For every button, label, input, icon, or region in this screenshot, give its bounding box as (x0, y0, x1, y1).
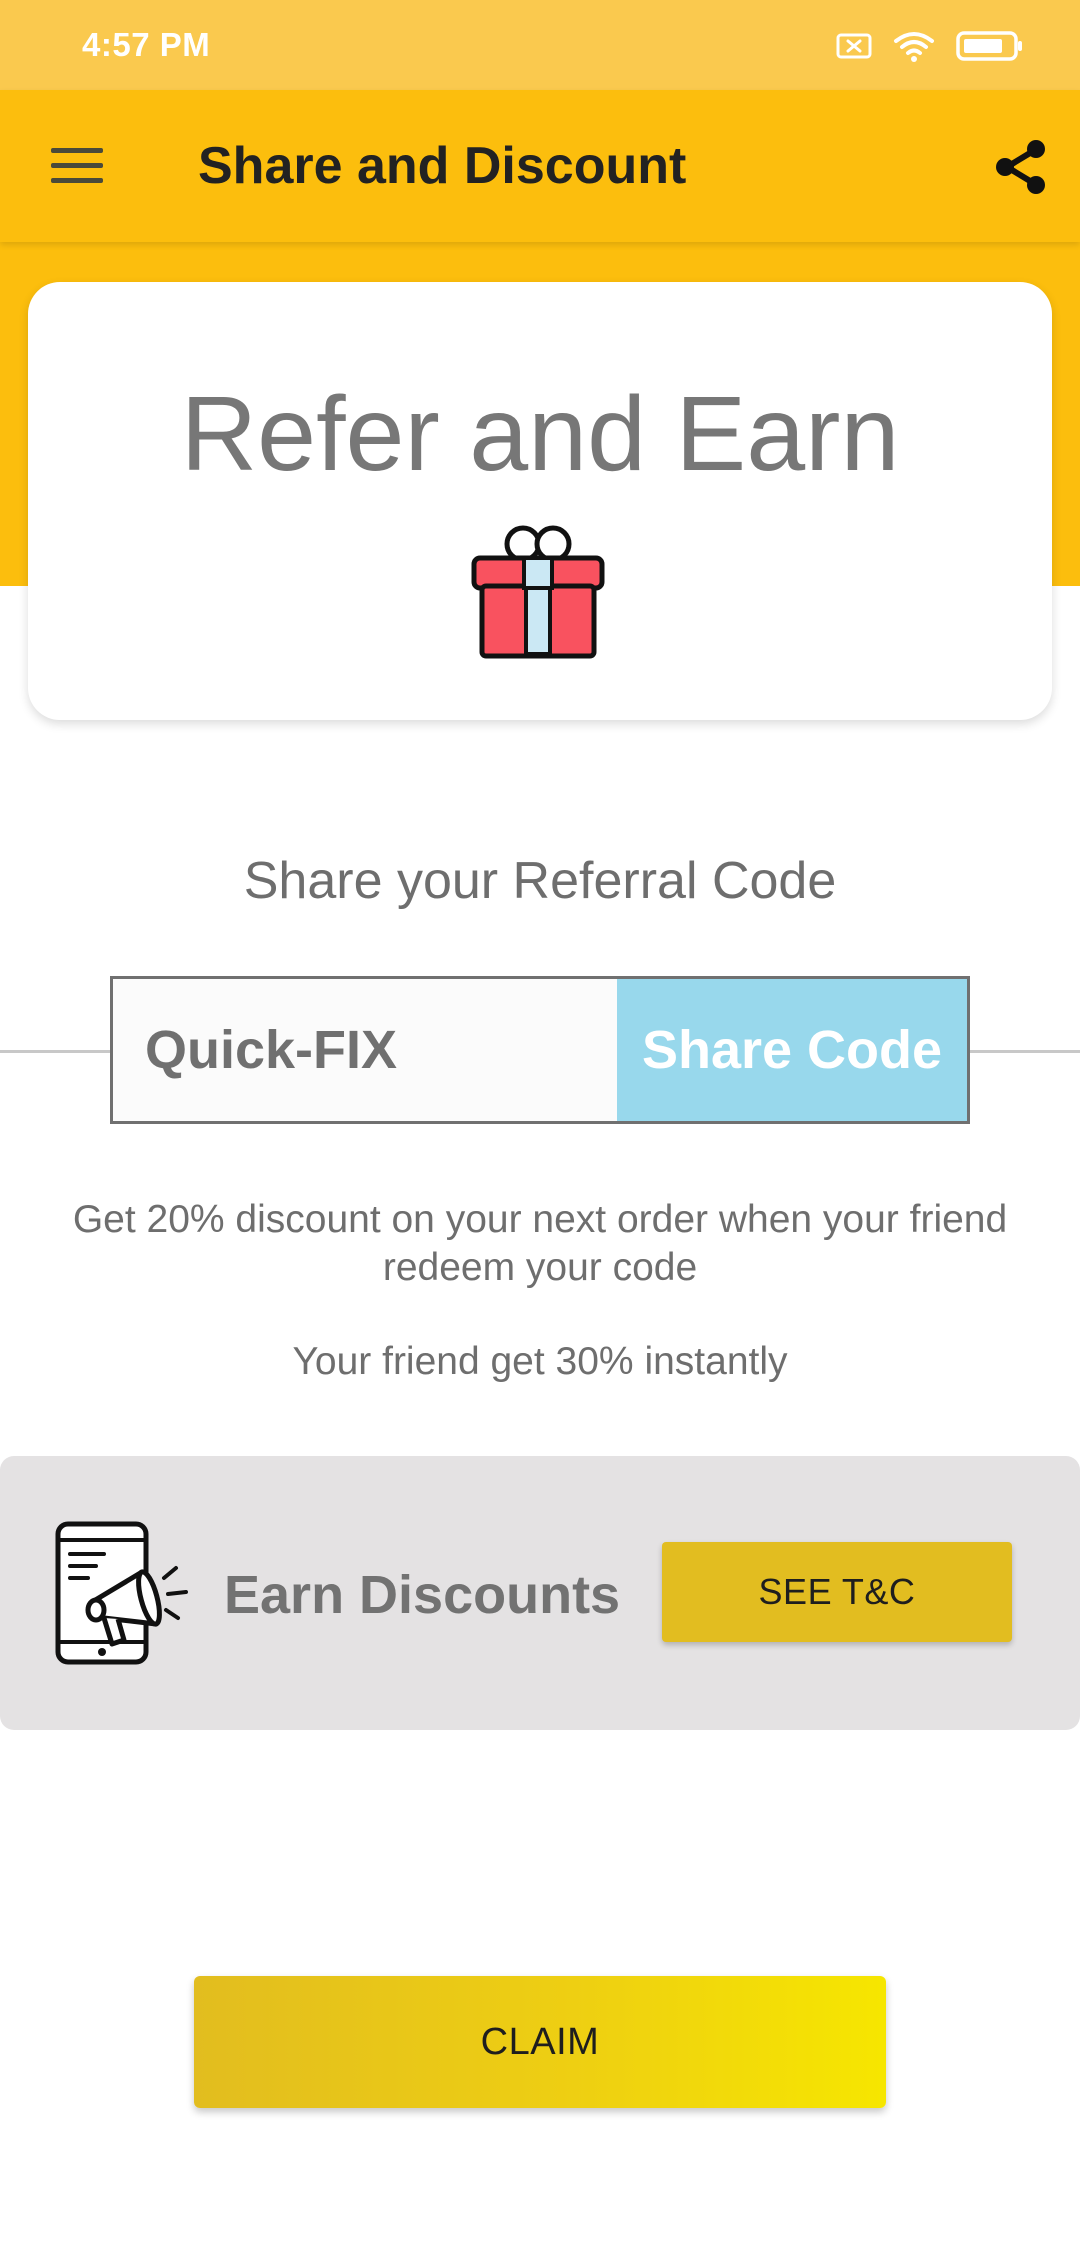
referral-code-value[interactable]: Quick-FIX (113, 979, 617, 1121)
share-icon[interactable] (986, 132, 1056, 202)
friend-description: Your friend get 30% instantly (292, 1340, 788, 1383)
status-time: 4:57 PM (82, 26, 211, 63)
battery-icon (956, 30, 1024, 67)
share-code-button[interactable]: Share Code (617, 979, 967, 1121)
hero-title: Refer and Earn (180, 375, 900, 493)
megaphone-phone-icon (52, 1520, 198, 1666)
status-bar: 4:57 PM (0, 0, 1080, 90)
see-tc-button[interactable]: SEE T&C (662, 1542, 1012, 1642)
divider-line-right (968, 1050, 1080, 1053)
earn-discounts-label: Earn Discounts (224, 1565, 621, 1625)
discount-description: Get 20% discount on your next order when… (72, 1198, 1008, 1289)
referral-label: Share your Referral Code (243, 852, 837, 910)
hero-card: Refer and Earn (28, 282, 1052, 720)
divider-line-left (0, 1050, 112, 1053)
gift-icon (468, 522, 608, 662)
wifi-icon (892, 29, 936, 68)
status-icons (836, 28, 1024, 68)
referral-code-box: Quick-FIX Share Code (110, 976, 970, 1124)
claim-button[interactable]: CLAIM (194, 1976, 886, 2108)
sim-off-icon (836, 32, 872, 65)
earn-discounts-panel: Earn Discounts SEE T&C (0, 1456, 1080, 1730)
hamburger-menu-icon[interactable] (44, 138, 110, 194)
app-bar: Share and Discount (0, 90, 1080, 242)
page-title: Share and Discount (198, 137, 687, 195)
